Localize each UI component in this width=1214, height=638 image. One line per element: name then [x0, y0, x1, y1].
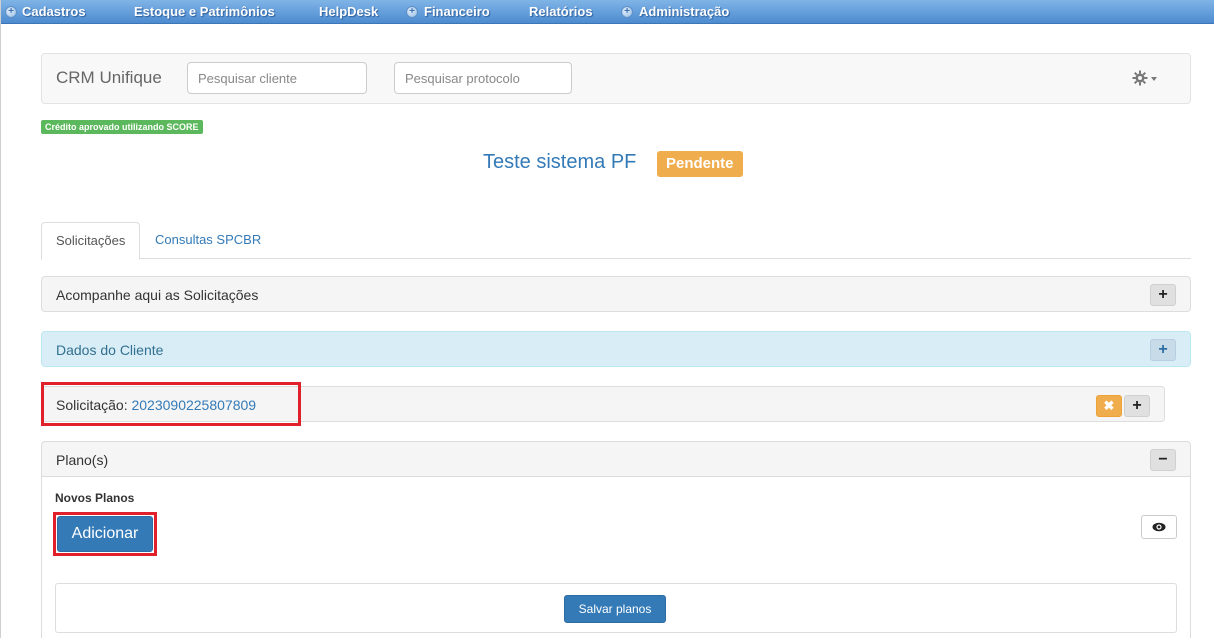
score-approved-label: Crédito aprovado utilizando SCORE — [41, 120, 203, 134]
brand-name[interactable]: CRM Unifique — [56, 68, 162, 88]
client-title: Teste sistema PF — [483, 151, 637, 173]
highlight-box-solicitacao — [41, 382, 301, 426]
tabs-bar: Solicitações Consultas SPCBR — [41, 222, 1191, 260]
panel-title: Dados do Cliente — [56, 342, 164, 358]
app-navbar: CRM Unifique — [41, 53, 1191, 104]
tab-solicitacoes[interactable]: Solicitações — [41, 222, 141, 260]
menu-item-relatorios[interactable]: Relatórios — [529, 0, 593, 24]
view-toggle-button[interactable] — [1141, 515, 1177, 539]
highlight-box-add — [53, 512, 157, 556]
expand-plus-icon[interactable]: + — [1150, 284, 1176, 306]
eye-icon — [1152, 522, 1166, 532]
save-plans-button[interactable]: Salvar planos — [564, 595, 666, 623]
expand-plus-icon[interactable]: + — [1124, 395, 1150, 417]
novos-planos-label: Novos Planos — [55, 491, 135, 505]
menu-item-financeiro[interactable]: Financeiro — [424, 0, 490, 24]
search-protocol-input[interactable] — [394, 62, 572, 94]
menu-item-administracao[interactable]: Administração — [639, 0, 729, 24]
panel-title: Acompanhe aqui as Solicitações — [56, 287, 259, 303]
menu-item-helpdesk[interactable]: HelpDesk — [319, 0, 378, 24]
panel-title: Plano(s) — [56, 452, 109, 468]
expand-plus-icon: + — [5, 6, 17, 18]
settings-dropdown[interactable] — [1132, 68, 1162, 90]
menu-item-estoque[interactable]: Estoque e Patrimônios — [134, 0, 275, 24]
menu-item-cadastros[interactable]: Cadastros — [22, 0, 86, 24]
top-menu-bar: + Cadastros Estoque e Patrimônios HelpDe… — [1, 0, 1214, 24]
tab-consultas-spcbr[interactable]: Consultas SPCBR — [141, 222, 275, 259]
expand-plus-icon: + — [621, 6, 633, 18]
panel-planos[interactable]: Plano(s) − — [41, 441, 1191, 477]
chevron-down-icon — [1151, 77, 1157, 81]
panel-acompanhe-solicitacoes[interactable]: Acompanhe aqui as Solicitações + — [41, 276, 1191, 312]
search-client-input[interactable] — [187, 62, 367, 94]
status-badge: Pendente — [657, 151, 743, 177]
collapse-minus-icon[interactable]: − — [1150, 449, 1176, 471]
gear-icon — [1132, 70, 1148, 86]
expand-plus-icon: + — [406, 6, 418, 18]
close-icon[interactable]: ✖ — [1096, 395, 1122, 417]
panel-dados-cliente[interactable]: Dados do Cliente + — [41, 331, 1191, 367]
expand-plus-icon[interactable]: + — [1150, 339, 1176, 361]
